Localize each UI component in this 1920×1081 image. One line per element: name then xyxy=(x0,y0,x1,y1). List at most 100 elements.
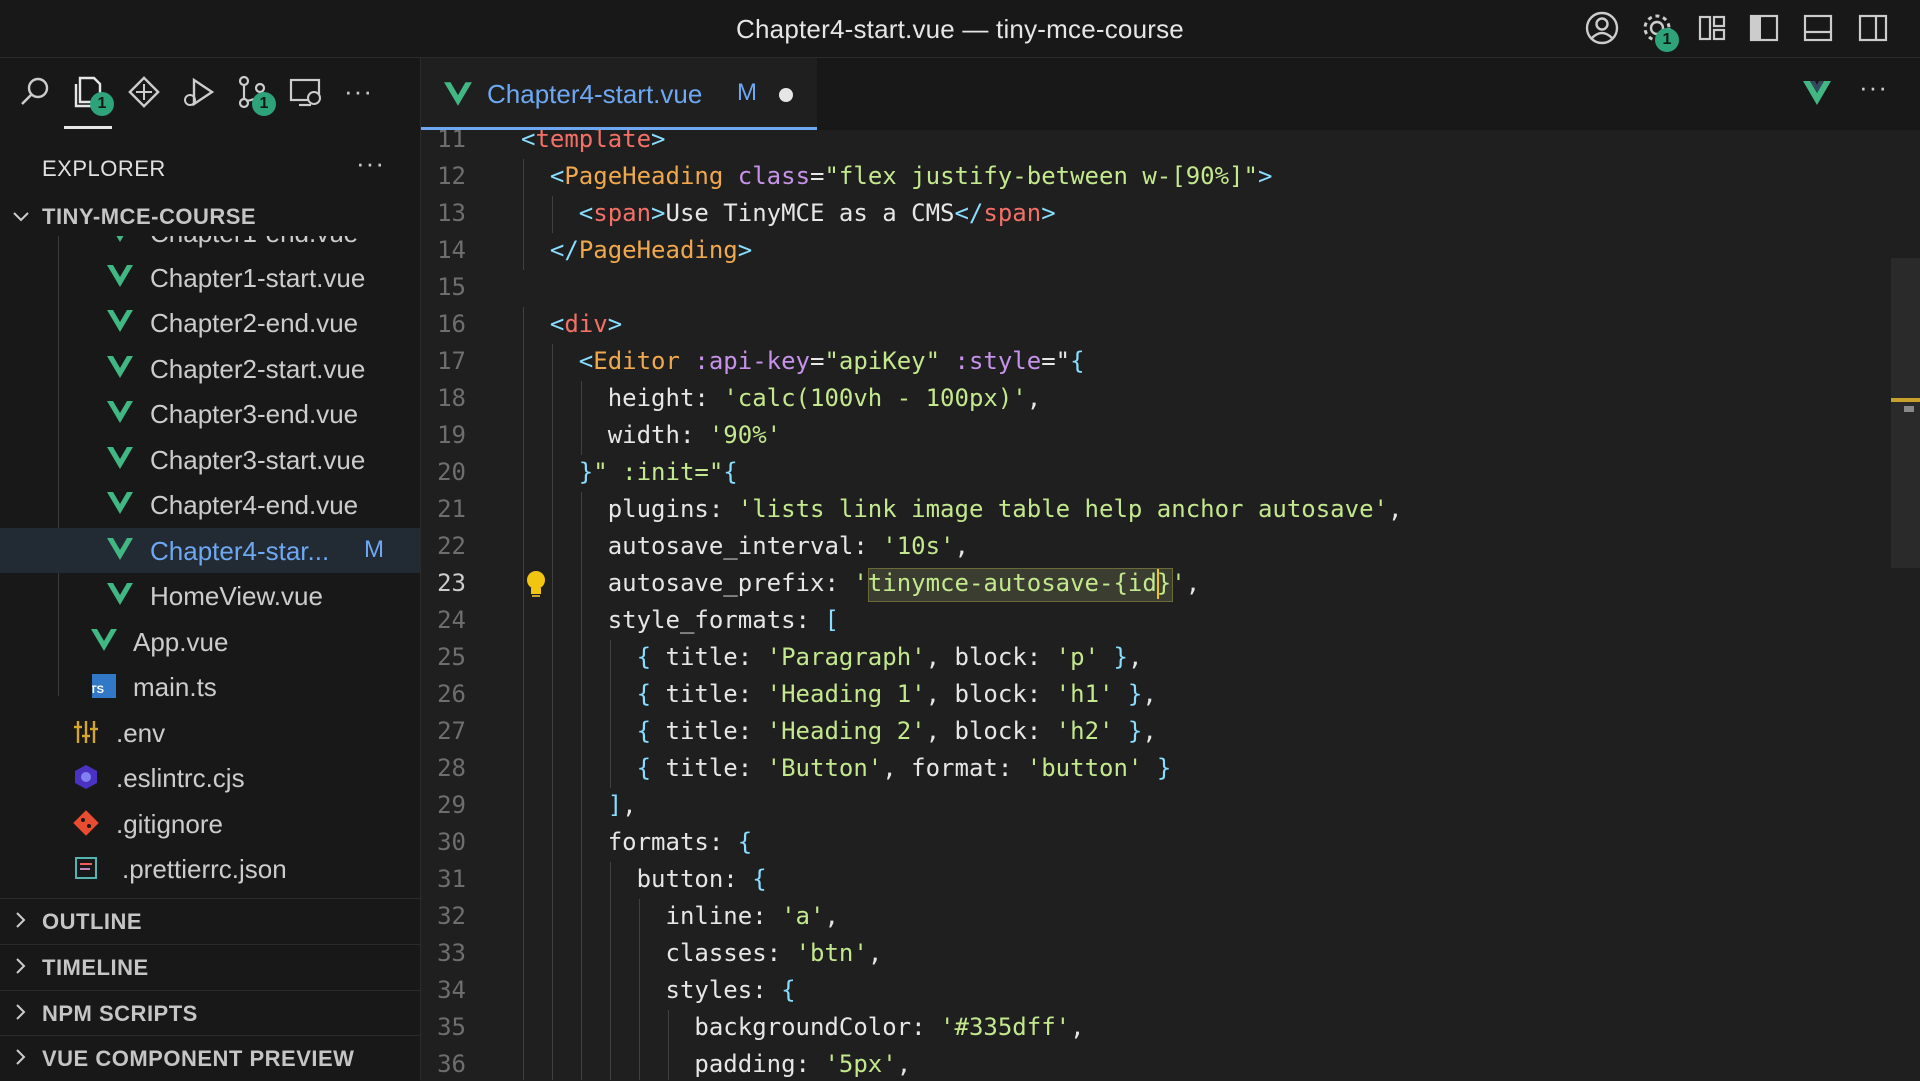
file-item[interactable]: Chapter1-end.vue xyxy=(0,236,420,255)
code-text: { title: 'Heading 2', block: 'h2' }, xyxy=(636,717,1157,745)
code-line[interactable]: 32 inline: 'a', xyxy=(421,899,1891,936)
settings-badge: 1 xyxy=(1655,28,1679,52)
code-line[interactable]: 14 </PageHeading> xyxy=(421,233,1891,270)
code-line[interactable]: 16 <div> xyxy=(421,307,1891,344)
primary-sidebar: 1 1 ··· EXPLORER ··· TINY-MCE-COURSE Cha… xyxy=(0,58,421,1081)
code-line[interactable]: 23 autosave_prefix: 'tinymce-autosave-{i… xyxy=(421,566,1891,603)
source-control-icon[interactable] xyxy=(124,72,164,112)
file-item[interactable]: Chapter4-end.vue xyxy=(0,482,420,527)
code-line[interactable]: 26 { title: 'Heading 1', block: 'h1' }, xyxy=(421,677,1891,714)
code-line[interactable]: 25 { title: 'Paragraph', block: 'p' }, xyxy=(421,640,1891,677)
code-text: autosave_interval: '10s', xyxy=(607,532,969,560)
section-outline[interactable]: OUTLINE xyxy=(0,898,420,944)
code-text: padding: '5px', xyxy=(694,1050,912,1078)
tab-label: Chapter4-start.vue xyxy=(487,79,703,109)
more-icon[interactable]: ··· xyxy=(344,76,384,116)
code-line[interactable]: 20 }" :init="{ xyxy=(421,455,1891,492)
vue-file-icon xyxy=(106,399,134,430)
code-text: <div> xyxy=(549,310,623,338)
file-item[interactable]: Chapter2-start.vue xyxy=(0,346,420,391)
customize-layout-icon[interactable] xyxy=(1694,10,1730,46)
code-line[interactable]: 36 padding: '5px', xyxy=(421,1047,1891,1080)
code-text: classes: 'btn', xyxy=(665,939,883,967)
json-file-icon xyxy=(72,854,100,887)
file-item[interactable]: .env xyxy=(0,710,420,755)
scrollbar-thumb[interactable] xyxy=(1891,258,1920,568)
chevron-down-icon xyxy=(12,208,30,231)
code-line[interactable]: 35 backgroundColor: '#335dff', xyxy=(421,1010,1891,1047)
code-line[interactable]: 27 { title: 'Heading 2', block: 'h2' }, xyxy=(421,714,1891,751)
editor-more-actions-button[interactable]: ··· xyxy=(1859,72,1888,103)
file-item[interactable]: TS main.ts xyxy=(0,664,420,709)
code-line[interactable]: 21 plugins: 'lists link image table help… xyxy=(421,492,1891,529)
code-line[interactable]: 18 height: 'calc(100vh - 100px)', xyxy=(421,381,1891,418)
line-number: 16 xyxy=(437,310,466,338)
code-text: button: { xyxy=(636,865,767,893)
code-text: <Editor :api-key="apiKey" :style="{ xyxy=(578,347,1085,375)
line-number: 25 xyxy=(437,643,466,671)
unsaved-dot-icon[interactable] xyxy=(779,88,793,102)
vue-preview-icon[interactable] xyxy=(1801,78,1833,113)
code-line[interactable]: 34 styles: { xyxy=(421,973,1891,1010)
line-number: 35 xyxy=(437,1013,466,1041)
toggle-primary-sidebar-icon[interactable] xyxy=(1746,10,1782,46)
line-number: 19 xyxy=(437,421,466,449)
file-item[interactable]: App.vue xyxy=(0,619,420,664)
code-line[interactable]: 11 <template> xyxy=(421,130,1891,159)
file-item[interactable]: .prettierrc.json xyxy=(0,846,420,891)
lightbulb-icon[interactable] xyxy=(525,570,547,603)
toggle-panel-icon[interactable] xyxy=(1800,10,1836,46)
tab-git-status: M xyxy=(737,79,757,106)
tab-chapter4-start[interactable]: Chapter4-start.vue M xyxy=(421,58,817,130)
code-line[interactable]: 19 width: '90%' xyxy=(421,418,1891,455)
explorer-more-button[interactable]: ··· xyxy=(356,148,385,179)
typescript-file-icon: TS xyxy=(90,674,116,703)
chevron-right-icon xyxy=(12,911,30,934)
explorer-icon[interactable]: 1 xyxy=(70,72,114,116)
file-item[interactable]: Chapter3-end.vue xyxy=(0,391,420,436)
vue-file-icon xyxy=(106,536,134,567)
file-item[interactable]: Chapter1-start.vue xyxy=(0,255,420,300)
code-line[interactable]: 15 xyxy=(421,270,1891,307)
account-icon[interactable] xyxy=(1584,10,1620,46)
file-item[interactable]: HomeView.vue xyxy=(0,573,420,618)
file-item-selected[interactable]: Chapter4-star... M xyxy=(0,528,420,573)
code-line[interactable]: 22 autosave_interval: '10s', xyxy=(421,529,1891,566)
line-number: 36 xyxy=(437,1050,466,1078)
code-text: styles: { xyxy=(665,976,796,1004)
git-file-icon xyxy=(72,809,100,842)
section-vue-component-preview[interactable]: VUE COMPONENT PREVIEW xyxy=(0,1035,420,1081)
code-line[interactable]: 24 style_formats: [ xyxy=(421,603,1891,640)
file-item[interactable]: Chapter2-end.vue xyxy=(0,300,420,345)
run-debug-icon[interactable] xyxy=(178,72,218,112)
line-number: 21 xyxy=(437,495,466,523)
line-number: 33 xyxy=(437,939,466,967)
file-item[interactable]: .gitignore xyxy=(0,801,420,846)
code-line[interactable]: 29 ], xyxy=(421,788,1891,825)
gear-icon[interactable]: 1 xyxy=(1639,10,1679,52)
code-line[interactable]: 13 <span>Use TinyMCE as a CMS</span> xyxy=(421,196,1891,233)
toggle-secondary-sidebar-icon[interactable] xyxy=(1855,10,1891,46)
vue-file-icon xyxy=(106,445,134,476)
code-line[interactable]: 33 classes: 'btn', xyxy=(421,936,1891,973)
file-tree: Chapter1-end.vue Chapter1-start.vue Chap… xyxy=(0,236,420,954)
scm-graph-icon[interactable]: 1 xyxy=(232,72,276,116)
code-line[interactable]: 28 { title: 'Button', format: 'button' } xyxy=(421,751,1891,788)
code-line[interactable]: 30 formats: { xyxy=(421,825,1891,862)
search-icon[interactable] xyxy=(16,72,56,112)
line-number: 30 xyxy=(437,828,466,856)
file-item[interactable]: Chapter3-start.vue xyxy=(0,437,420,482)
code-editor[interactable]: 11 <template> 12 <PageHeading class="flex … xyxy=(421,130,1891,1080)
section-timeline[interactable]: TIMELINE xyxy=(0,944,420,990)
line-number: 27 xyxy=(437,717,466,745)
window-title: Chapter4-start.vue — tiny-mce-course xyxy=(736,14,1184,44)
section-npm-scripts[interactable]: NPM SCRIPTS xyxy=(0,990,420,1036)
code-line[interactable]: 12 <PageHeading class="flex justify-betw… xyxy=(421,159,1891,196)
explorer-badge: 1 xyxy=(90,92,114,116)
project-folder-header[interactable]: TINY-MCE-COURSE xyxy=(0,198,420,236)
remote-explorer-icon[interactable] xyxy=(286,72,326,112)
code-line[interactable]: 31 button: { xyxy=(421,862,1891,899)
vue-file-icon xyxy=(106,308,134,339)
code-line[interactable]: 17 <Editor :api-key="apiKey" :style="{ xyxy=(421,344,1891,381)
file-item[interactable]: .eslintrc.cjs xyxy=(0,755,420,800)
